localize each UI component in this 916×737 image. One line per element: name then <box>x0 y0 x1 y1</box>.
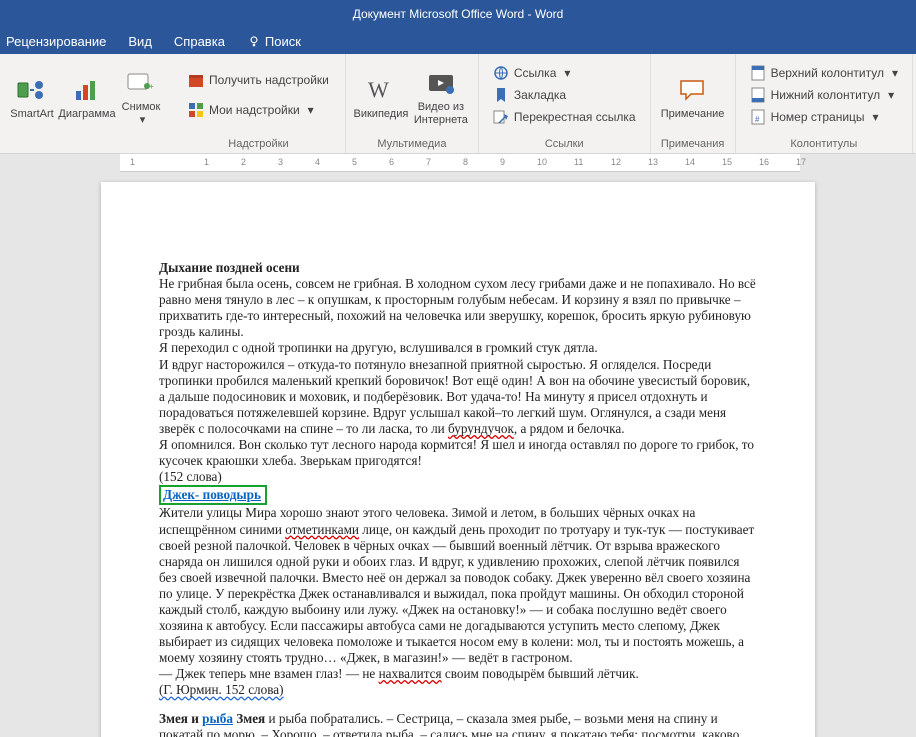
ruler-tick: 15 <box>722 157 732 167</box>
tab-help[interactable]: Справка <box>174 34 225 49</box>
chevron-down-icon: ▾ <box>892 66 898 80</box>
ruler-tick: 7 <box>426 157 431 167</box>
ruler-tick: 2 <box>241 157 246 167</box>
addins-group-label: Надстройки <box>172 136 345 153</box>
paragraph: Змея и рыба Змея и рыба побратались. – С… <box>159 711 757 737</box>
comments-group: Примечание Примечания <box>651 54 736 153</box>
window-title: Документ Microsoft Office Word - Word <box>353 7 564 21</box>
paragraph: Жители улицы Мира хорошо знают этого чел… <box>159 505 757 666</box>
spelling-error[interactable]: нахвалится <box>379 666 442 681</box>
comment-icon <box>677 74 709 106</box>
ruler-tick: 9 <box>500 157 505 167</box>
highlight-box: Джек- поводырь <box>159 485 267 505</box>
lightbulb-icon <box>247 34 261 48</box>
headers-group-label: Колонтитулы <box>736 136 912 153</box>
paragraph: Я переходил с одной тропинки на другую, … <box>159 340 757 356</box>
footer-button[interactable]: Нижний колонтитул ▾ <box>746 85 899 105</box>
links-group-label: Ссылки <box>479 136 650 153</box>
addins-group: Получить надстройки Мои надстройки ▾ Над… <box>172 54 346 153</box>
chevron-down-icon: ▾ <box>140 114 146 127</box>
ruler-tick: 4 <box>315 157 320 167</box>
screenshot-button[interactable]: + Снимок ▾ <box>116 65 166 128</box>
my-addins-button[interactable]: Мои надстройки ▾ <box>184 100 318 120</box>
store-icon <box>188 72 204 88</box>
pagenum-icon: # <box>750 109 766 125</box>
headers-group: Верхний колонтитул ▾ Нижний колонтитул ▾… <box>736 54 913 153</box>
links-group: Ссылка ▾ Закладка Перекрестная ссылка Сс… <box>479 54 651 153</box>
chevron-down-icon: ▾ <box>308 103 314 117</box>
chevron-down-icon: ▾ <box>888 88 894 102</box>
ruler-tick: 17 <box>796 157 806 167</box>
page-number-button[interactable]: # Номер страницы ▾ <box>746 107 883 127</box>
chart-button[interactable]: Диаграмма <box>58 72 116 123</box>
ruler-tick: 1 <box>130 157 135 167</box>
bookmark-button[interactable]: Закладка <box>489 85 570 105</box>
ruler-tick: 13 <box>648 157 658 167</box>
tell-me-search[interactable]: Поиск <box>247 34 301 49</box>
smartart-icon <box>16 74 48 106</box>
spelling-error[interactable]: отметинками <box>285 522 359 537</box>
word-count: (152 слова) <box>159 469 757 485</box>
addins-icon <box>188 102 204 118</box>
screenshot-icon: + <box>125 67 157 99</box>
wikipedia-button[interactable]: W Википедия <box>352 72 410 123</box>
title-bar: Документ Microsoft Office Word - Word <box>0 0 916 28</box>
crossref-icon <box>493 109 509 125</box>
bookmark-icon <box>493 87 509 103</box>
paragraph: — Джек теперь мне взамен глаз! — не нахв… <box>159 666 757 682</box>
ruler-tick: 5 <box>352 157 357 167</box>
online-video-button[interactable]: Видео из Интернета <box>410 65 472 128</box>
ruler-tick: 10 <box>537 157 547 167</box>
header-button[interactable]: Верхний колонтитул ▾ <box>746 63 902 83</box>
comments-group-label: Примечания <box>651 136 735 153</box>
get-addins-button[interactable]: Получить надстройки <box>184 70 333 90</box>
document-page[interactable]: Дыхание поздней осени Не грибная была ос… <box>101 182 815 737</box>
ruler-tick: 6 <box>389 157 394 167</box>
tab-review[interactable]: Рецензирование <box>6 34 106 49</box>
chevron-down-icon: ▾ <box>564 66 570 80</box>
paragraph: Не грибная была осень, совсем не грибная… <box>159 276 757 340</box>
chevron-down-icon: ▾ <box>873 110 879 124</box>
header-icon <box>750 65 766 81</box>
ruler-tick: 16 <box>759 157 769 167</box>
media-group-label: Мультимедиа <box>346 136 478 153</box>
search-label: Поиск <box>265 34 301 49</box>
chart-icon <box>71 74 103 106</box>
document-body[interactable]: Дыхание поздней осени Не грибная была ос… <box>159 260 757 737</box>
smartart-button[interactable]: SmartArt <box>6 72 58 123</box>
ruler-tick: 12 <box>611 157 621 167</box>
comment-button[interactable]: Примечание <box>657 72 729 123</box>
video-icon <box>425 67 457 99</box>
illustrations-partial: SmartArt Диаграмма + Снимок ▾ <box>0 54 172 153</box>
spelling-error[interactable]: бурундучок <box>448 421 514 436</box>
cross-reference-button[interactable]: Перекрестная ссылка <box>489 107 640 127</box>
ruler-tick: 3 <box>278 157 283 167</box>
media-group: W Википедия Видео из Интернета Мультимед… <box>346 54 479 153</box>
svg-text:+: + <box>149 82 154 91</box>
document-area: /* ruler ticks rendered below via JS */ … <box>0 154 916 737</box>
author-line: (Г. Юрмин. 152 слова) <box>159 682 757 698</box>
svg-text:W: W <box>368 77 389 102</box>
ruler-tick: 11 <box>574 157 583 167</box>
hyperlink[interactable]: рыба <box>202 711 233 726</box>
horizontal-ruler[interactable]: /* ruler ticks rendered below via JS */ … <box>120 154 800 172</box>
ruler-tick: 8 <box>463 157 468 167</box>
footer-icon <box>750 87 766 103</box>
hyperlink[interactable]: Джек- поводырь <box>163 487 261 502</box>
tab-view[interactable]: Вид <box>128 34 152 49</box>
ribbon: SmartArt Диаграмма + Снимок ▾ <box>0 54 916 154</box>
ruler-tick: 14 <box>685 157 695 167</box>
wikipedia-icon: W <box>365 74 397 106</box>
heading-1: Дыхание поздней осени <box>159 260 300 275</box>
hyperlink-button[interactable]: Ссылка ▾ <box>489 63 575 83</box>
link-icon <box>493 65 509 81</box>
ruler-tick: 1 <box>204 157 209 167</box>
ribbon-tabs: Рецензирование Вид Справка Поиск <box>0 28 916 54</box>
paragraph: И вдруг насторожился – откуда-то потянул… <box>159 357 757 437</box>
svg-text:#: # <box>755 115 760 124</box>
paragraph: Я опомнился. Вон сколько тут лесного нар… <box>159 437 757 469</box>
